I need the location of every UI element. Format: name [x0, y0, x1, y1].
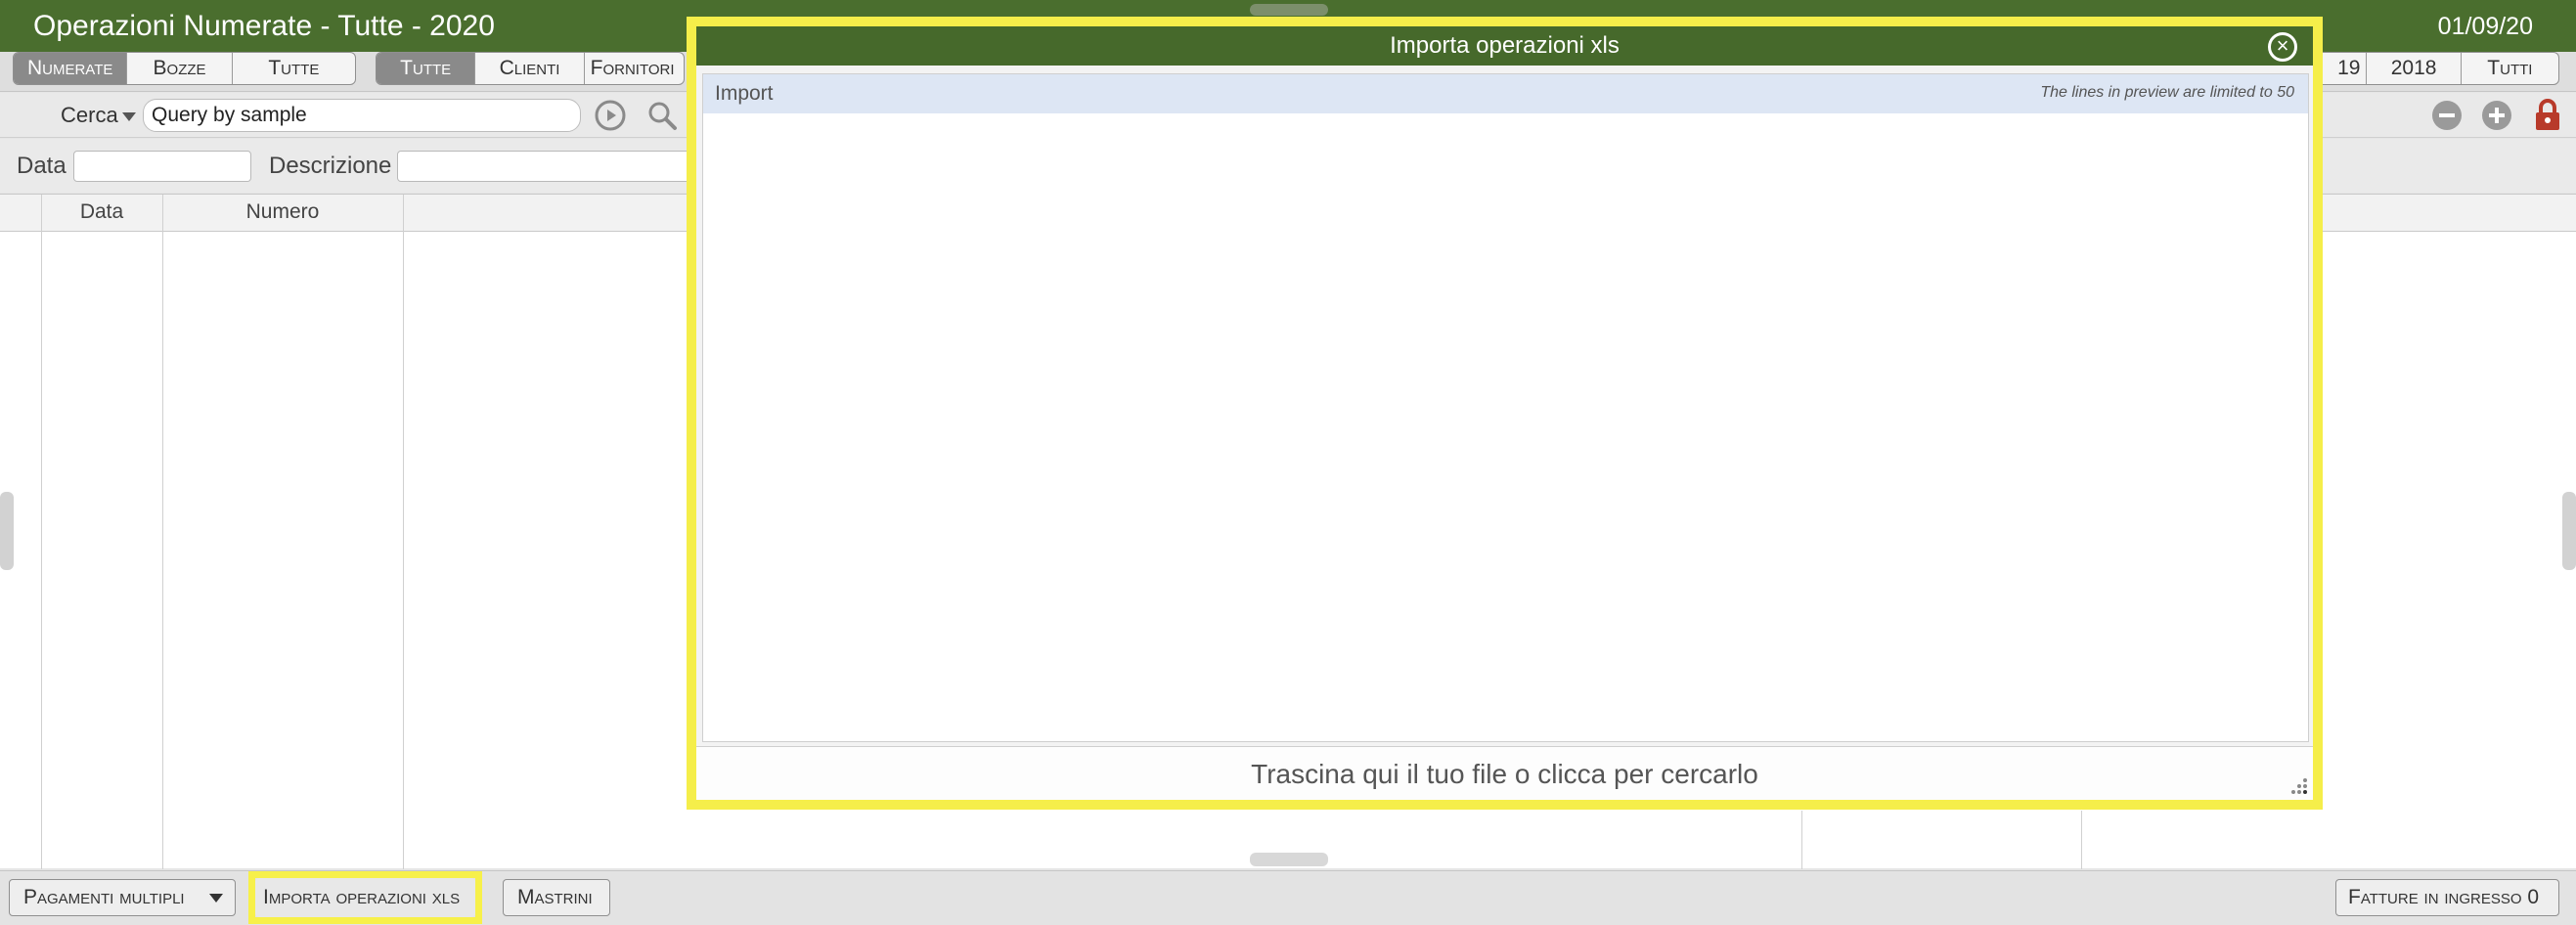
dropzone-label: Trascina qui il tuo file o clicca per ce…: [1251, 759, 1758, 789]
import-dialog: Importa operazioni xls × Import The line…: [687, 17, 2323, 810]
tab-fornitori[interactable]: Fornitori: [585, 53, 684, 84]
tab-tutte-type[interactable]: Tutte: [377, 53, 476, 84]
column-divider: [1801, 811, 1802, 869]
pagamenti-multipli-label: Pagamenti multipli: [23, 886, 185, 908]
search-mode-dropdown[interactable]: Cerca: [61, 103, 136, 128]
preview-limit-note: The lines in preview are limited to 50: [2040, 84, 2294, 101]
bottom-bar: Pagamenti multipli Importa operazioni xl…: [0, 870, 2576, 925]
search-label: Cerca: [61, 103, 118, 127]
top-drag-handle[interactable]: [1250, 4, 1328, 16]
lock-icon[interactable]: [2532, 98, 2563, 130]
tab-bozze[interactable]: Bozze: [127, 53, 233, 84]
file-dropzone[interactable]: Trascina qui il tuo file o clicca per ce…: [696, 746, 2313, 800]
dropdown-icon: [121, 111, 136, 121]
pagamenti-multipli-button[interactable]: Pagamenti multipli: [9, 879, 236, 916]
column-divider: [162, 195, 163, 869]
play-icon[interactable]: [595, 100, 626, 131]
descrizione-filter-field[interactable]: [397, 151, 710, 182]
status-segmented-control: Numerate Bozze Tutte: [13, 52, 356, 85]
dialog-title-bar: Importa operazioni xls ×: [696, 26, 2313, 66]
tab-clienti[interactable]: Clienti: [475, 53, 585, 84]
dropdown-icon[interactable]: [209, 894, 223, 903]
resize-grip-icon[interactable]: [2289, 776, 2309, 796]
close-icon[interactable]: ×: [2268, 32, 2297, 62]
year-segmented-control: 19 2018 Tutti: [2288, 52, 2559, 85]
window-title: Operazioni Numerate - Tutte - 2020: [33, 10, 495, 42]
column-header-data[interactable]: Data: [41, 200, 162, 224]
remove-icon[interactable]: [2431, 100, 2463, 131]
dialog-title: Importa operazioni xls: [1390, 32, 1620, 59]
column-divider: [403, 195, 404, 869]
column-divider: [41, 195, 42, 869]
descrizione-filter-label: Descrizione: [269, 153, 392, 179]
importa-operazioni-xls-button[interactable]: Importa operazioni xls: [255, 878, 475, 917]
bottom-drag-handle[interactable]: [1250, 853, 1328, 866]
tab-year-tutti[interactable]: Tutti: [2462, 53, 2558, 84]
tab-tutte-status[interactable]: Tutte: [233, 53, 355, 84]
fatture-in-ingresso-button[interactable]: Fatture in ingresso 0: [2335, 879, 2559, 916]
search-icon[interactable]: [646, 100, 678, 131]
search-input[interactable]: [143, 99, 581, 132]
type-segmented-control: Tutte Clienti Fornitori: [376, 52, 685, 85]
data-filter-label: Data: [17, 153, 67, 179]
tab-year-2018[interactable]: 2018: [2367, 53, 2462, 84]
add-icon[interactable]: [2481, 100, 2512, 131]
right-drag-handle[interactable]: [2562, 492, 2576, 570]
data-filter-field[interactable]: [73, 151, 251, 182]
preview-header: Import The lines in preview are limited …: [703, 74, 2308, 113]
current-date: 01/09/20: [2437, 13, 2533, 40]
preview-panel: Import The lines in preview are limited …: [702, 73, 2309, 742]
column-header-numero[interactable]: Numero: [162, 200, 403, 224]
column-divider: [2081, 811, 2082, 869]
tab-numerate[interactable]: Numerate: [14, 53, 128, 84]
preview-label: Import: [715, 82, 774, 105]
mastrini-button[interactable]: Mastrini: [503, 879, 610, 916]
left-drag-handle[interactable]: [0, 492, 14, 570]
